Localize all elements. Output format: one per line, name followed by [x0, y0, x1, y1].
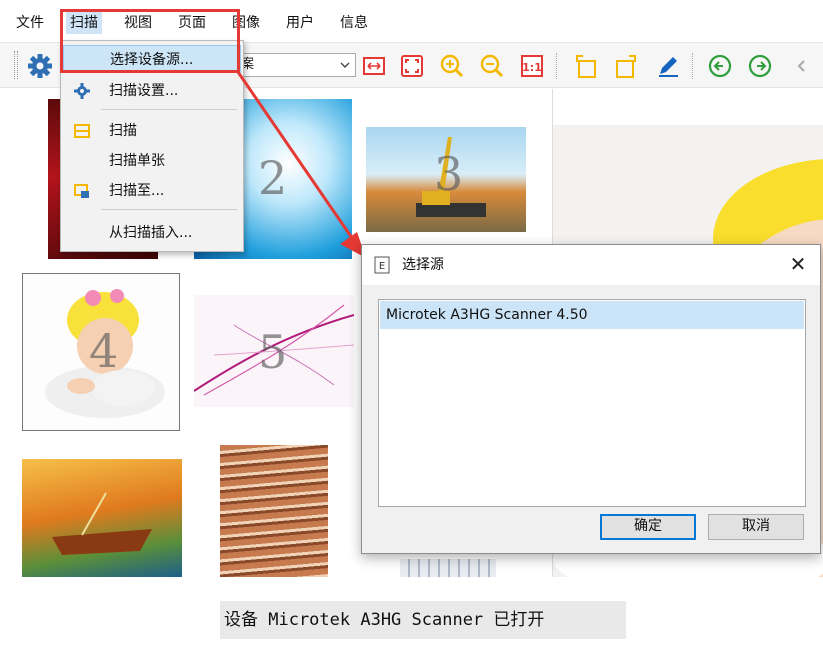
svg-text:1:1: 1:1 — [522, 61, 542, 74]
menu-item-insert-from-scan[interactable]: 从扫描插入... — [63, 219, 241, 247]
toolbar-grip[interactable] — [14, 51, 18, 79]
menu-item-scan-settings[interactable]: 扫描设置... — [63, 77, 241, 105]
list-item[interactable]: Microtek A3HG Scanner 4.50 — [380, 301, 804, 329]
scan-to-icon — [74, 184, 89, 198]
menu-item-label: 扫描单张 — [109, 153, 165, 169]
app-icon: E — [374, 256, 390, 274]
status-caption: 设备 Microtek A3HG Scanner 已打开 — [220, 601, 626, 639]
thumbnail-4[interactable]: 4 — [22, 273, 180, 431]
thumbnail-8[interactable]: 8 — [400, 559, 496, 577]
thumbnail-7[interactable]: 7 — [220, 445, 328, 577]
cancel-button[interactable]: 取消 — [708, 514, 804, 540]
fit-width-icon[interactable] — [360, 52, 388, 80]
menu-item-label: 从扫描插入... — [109, 225, 193, 241]
thumbnail-3[interactable]: 3 — [366, 127, 526, 232]
zoom-out-icon[interactable] — [478, 52, 506, 80]
thumbnail-6[interactable]: 6 — [22, 459, 182, 577]
thumbnail-number: 2 — [258, 151, 288, 205]
menu-item-label: 扫描 — [109, 123, 137, 139]
thumbnail-number: 3 — [434, 147, 464, 201]
menu-user[interactable]: 用户 — [286, 12, 314, 34]
gear-icon — [74, 83, 90, 99]
menu-item-scan[interactable]: 扫描 — [63, 117, 241, 145]
menu-info[interactable]: 信息 — [340, 12, 368, 34]
annotation-highlight-box — [60, 9, 240, 73]
previous-icon[interactable] — [706, 52, 734, 80]
menu-separator — [101, 109, 237, 110]
scan-icon — [74, 124, 90, 138]
menu-separator — [101, 209, 237, 210]
thumbnail-number: 5 — [258, 325, 288, 379]
status-caption-text: 设备 Microtek A3HG Scanner 已打开 — [224, 610, 545, 630]
rotate-left-icon[interactable] — [572, 52, 600, 80]
fit-page-icon[interactable] — [398, 52, 426, 80]
document-combo[interactable]: 案 — [236, 53, 356, 77]
svg-text:E: E — [379, 261, 385, 272]
dialog-title-bar[interactable]: E 选择源 ✕ — [362, 245, 820, 285]
dialog-title: 选择源 — [402, 257, 444, 273]
zoom-in-icon[interactable] — [438, 52, 466, 80]
thumbnail-number: 4 — [89, 324, 119, 378]
source-name: Microtek A3HG Scanner 4.50 — [386, 307, 588, 323]
menu-item-scan-single[interactable]: 扫描单张 — [63, 147, 241, 175]
rotate-right-icon[interactable] — [612, 52, 640, 80]
menu-file[interactable]: 文件 — [16, 12, 44, 34]
ok-button[interactable]: 确定 — [600, 514, 696, 540]
menu-item-label: 扫描设置... — [109, 83, 179, 99]
chevron-down-icon — [340, 62, 350, 68]
next-icon[interactable] — [746, 52, 774, 80]
close-icon[interactable]: ✕ — [788, 254, 808, 274]
menu-item-scan-to[interactable]: 扫描至... — [63, 177, 241, 205]
source-list[interactable]: Microtek A3HG Scanner 4.50 — [378, 299, 806, 507]
thumbnail-5[interactable]: 5 — [194, 295, 354, 407]
settings-gear-icon[interactable] — [26, 52, 54, 80]
select-source-dialog: E 选择源 ✕ Microtek A3HG Scanner 4.50 确定 取消 — [361, 244, 821, 554]
toolbar-separator — [692, 53, 693, 79]
edit-pen-icon[interactable] — [654, 52, 682, 80]
toolbar-separator — [556, 53, 557, 79]
menu-item-label: 扫描至... — [109, 183, 165, 199]
actual-size-icon[interactable]: 1:1 — [518, 52, 546, 80]
scroll-left-icon[interactable] — [788, 52, 816, 80]
